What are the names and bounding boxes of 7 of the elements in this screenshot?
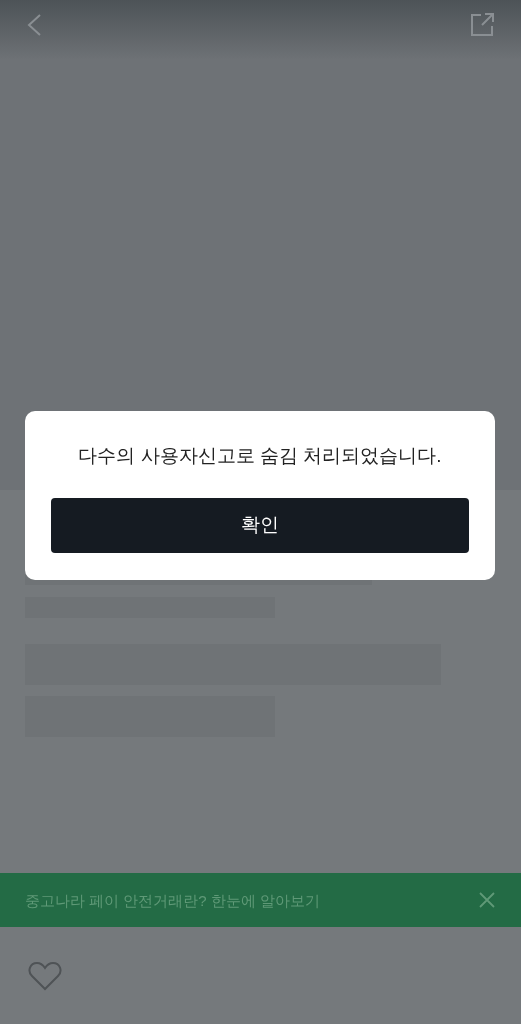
share-icon[interactable] xyxy=(469,12,495,38)
close-icon[interactable] xyxy=(479,892,495,908)
back-icon[interactable] xyxy=(26,13,42,37)
dialog-message: 다수의 사용자신고로 숨김 처리되었습니다. xyxy=(78,444,442,468)
banner-text: 중고나라 페이 안전거래란? 한눈에 알아보기 xyxy=(25,892,320,910)
confirm-button[interactable]: 확인 xyxy=(51,498,469,553)
heart-icon[interactable] xyxy=(28,960,62,991)
